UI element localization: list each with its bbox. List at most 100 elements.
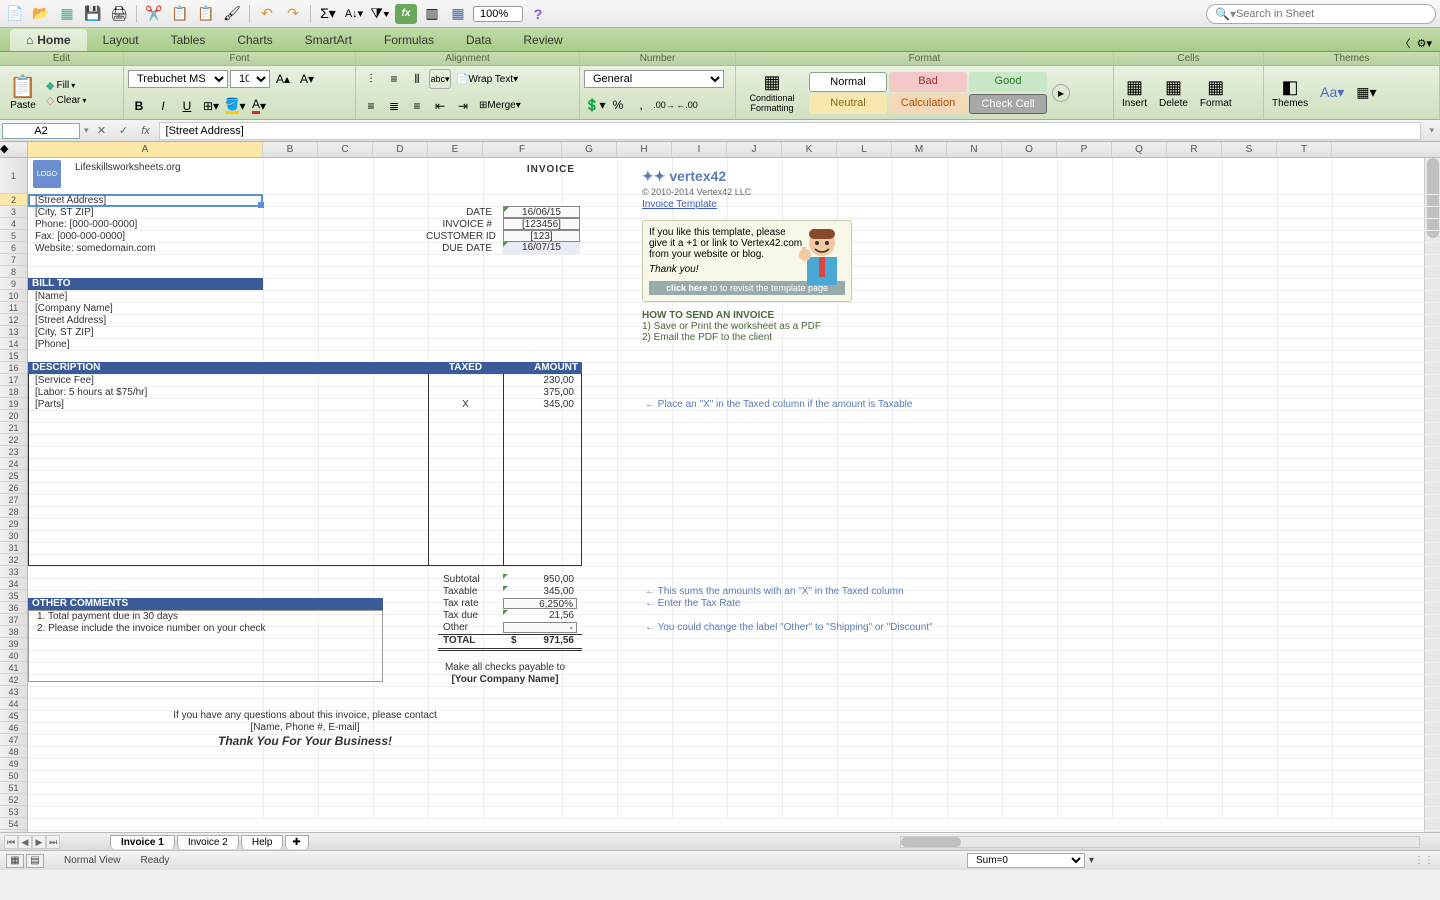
row-header[interactable]: 23 bbox=[0, 446, 27, 458]
column-header[interactable]: J bbox=[727, 142, 782, 157]
row-header[interactable]: 8 bbox=[0, 266, 27, 278]
sum-select[interactable]: Sum=0 bbox=[967, 853, 1085, 868]
undo-icon[interactable]: ↶ bbox=[256, 4, 278, 24]
row-header[interactable]: 44 bbox=[0, 698, 27, 710]
column-header[interactable]: R bbox=[1167, 142, 1222, 157]
row-header[interactable]: 5 bbox=[0, 230, 27, 242]
row-header[interactable]: 21 bbox=[0, 422, 27, 434]
number-format-select[interactable]: General bbox=[584, 70, 724, 88]
resize-grip-icon[interactable]: ⋮⋮ bbox=[1414, 855, 1434, 866]
border-button[interactable]: ⊞▾ bbox=[200, 96, 222, 116]
tab-layout[interactable]: Layout bbox=[87, 29, 155, 51]
row-header[interactable]: 52 bbox=[0, 794, 27, 806]
value-date[interactable]: 16/06/15 bbox=[503, 206, 580, 218]
tab-home[interactable]: ⌂ Home bbox=[10, 29, 87, 51]
align-bottom-icon[interactable]: ⫴ bbox=[406, 69, 428, 89]
row-header[interactable]: 45 bbox=[0, 710, 27, 722]
row-header[interactable]: 19 bbox=[0, 398, 27, 410]
align-top-icon[interactable]: ⫶ bbox=[360, 69, 382, 89]
decrease-indent-icon[interactable]: ⇤ bbox=[429, 96, 451, 116]
taxrate-value[interactable]: 6,250% bbox=[503, 598, 577, 609]
row-header[interactable]: 17 bbox=[0, 374, 27, 386]
row-header[interactable]: 41 bbox=[0, 662, 27, 674]
autosum-icon[interactable]: Σ▾ bbox=[317, 4, 339, 24]
more-styles-icon[interactable]: ▸ bbox=[1052, 84, 1070, 102]
name-box[interactable] bbox=[2, 123, 80, 139]
column-header[interactable]: H bbox=[617, 142, 672, 157]
paste-icon[interactable]: 📋 bbox=[195, 4, 217, 24]
column-header[interactable]: T bbox=[1277, 142, 1332, 157]
merge-button[interactable]: ⊞ Merge ▾ bbox=[475, 96, 525, 116]
format-cells-button[interactable]: ▦Format bbox=[1196, 75, 1236, 111]
save-icon[interactable]: 💾 bbox=[82, 4, 104, 24]
row-header[interactable]: 27 bbox=[0, 494, 27, 506]
percent-icon[interactable]: % bbox=[607, 95, 629, 115]
column-header[interactable]: D bbox=[373, 142, 428, 157]
filter-icon[interactable]: ⧩▾ bbox=[369, 4, 391, 24]
row-header[interactable]: 6 bbox=[0, 242, 27, 254]
underline-button[interactable]: U bbox=[176, 96, 198, 116]
expand-formula-icon[interactable]: ▾ bbox=[1425, 125, 1438, 136]
row-header[interactable]: 42 bbox=[0, 674, 27, 686]
row-header[interactable]: 48 bbox=[0, 746, 27, 758]
row-header[interactable]: 16 bbox=[0, 362, 27, 374]
open-icon[interactable]: 📂 bbox=[30, 4, 52, 24]
row-header[interactable]: 54 bbox=[0, 818, 27, 830]
fx-formula-icon[interactable]: fx bbox=[137, 123, 155, 139]
column-header[interactable]: O bbox=[1002, 142, 1057, 157]
new-icon[interactable]: 📄 bbox=[4, 4, 26, 24]
row-header[interactable]: 28 bbox=[0, 506, 27, 518]
row-header[interactable]: 12 bbox=[0, 314, 27, 326]
column-header[interactable]: Q bbox=[1112, 142, 1167, 157]
row-header[interactable]: 50 bbox=[0, 770, 27, 782]
delete-cells-button[interactable]: ▦Delete bbox=[1155, 75, 1192, 111]
show-hide-icon[interactable]: ▥ bbox=[421, 4, 443, 24]
row-header[interactable]: 53 bbox=[0, 806, 27, 818]
cut-icon[interactable]: ✂️ bbox=[143, 4, 165, 24]
row-header[interactable]: 43 bbox=[0, 686, 27, 698]
help-icon[interactable]: ? bbox=[527, 4, 549, 24]
zoom-input[interactable] bbox=[473, 6, 523, 22]
row-header[interactable]: 31 bbox=[0, 542, 27, 554]
last-sheet-icon[interactable]: ⏭ bbox=[46, 835, 60, 849]
row-header[interactable]: 15 bbox=[0, 350, 27, 362]
prev-sheet-icon[interactable]: ◀ bbox=[18, 835, 32, 849]
clear-button[interactable]: ◇Clear▾ bbox=[46, 94, 86, 107]
orientation-icon[interactable]: abc▾ bbox=[429, 69, 451, 89]
row-header[interactable]: 49 bbox=[0, 758, 27, 770]
print-icon[interactable]: 🖨 bbox=[108, 4, 130, 24]
column-header[interactable]: L bbox=[837, 142, 892, 157]
increase-decimal-icon[interactable]: .00→ bbox=[653, 95, 675, 115]
font-name-select[interactable]: Trebuchet MS bbox=[128, 70, 228, 88]
increase-font-icon[interactable]: A▴ bbox=[272, 69, 294, 89]
toolbox-icon[interactable]: ▦ bbox=[447, 4, 469, 24]
tab-tables[interactable]: Tables bbox=[155, 29, 222, 51]
bold-button[interactable]: B bbox=[128, 96, 150, 116]
column-header[interactable]: C bbox=[318, 142, 373, 157]
conditional-formatting-button[interactable]: ▦ Conditional Formatting bbox=[740, 70, 804, 115]
style-calculation[interactable]: Calculation bbox=[889, 94, 967, 114]
row-header[interactable]: 34 bbox=[0, 578, 27, 590]
spreadsheet-area[interactable]: ◆ 12345678910111213141516171819202122232… bbox=[0, 142, 1440, 832]
row-header[interactable]: 51 bbox=[0, 782, 27, 794]
row-header[interactable]: 20 bbox=[0, 410, 27, 422]
fill-button[interactable]: ◆Fill▾ bbox=[46, 79, 86, 92]
style-checkcell[interactable]: Check Cell bbox=[969, 94, 1047, 114]
column-header[interactable]: G bbox=[562, 142, 617, 157]
row-header[interactable]: 13 bbox=[0, 326, 27, 338]
align-middle-icon[interactable]: ≡ bbox=[383, 69, 405, 89]
sheet-tab-invoice2[interactable]: Invoice 2 bbox=[177, 835, 239, 849]
formula-input[interactable] bbox=[159, 122, 1422, 140]
insert-cells-button[interactable]: ▦Insert bbox=[1118, 75, 1151, 111]
paste-button[interactable]: 📋 Paste bbox=[4, 72, 42, 113]
search-input[interactable] bbox=[1236, 8, 1427, 20]
tab-formulas[interactable]: Formulas bbox=[368, 29, 450, 51]
column-header[interactable]: S bbox=[1222, 142, 1277, 157]
page-layout-view-icon[interactable]: ▤ bbox=[26, 854, 44, 868]
row-header[interactable]: 40 bbox=[0, 650, 27, 662]
italic-button[interactable]: I bbox=[152, 96, 174, 116]
font-color-button[interactable]: A▾ bbox=[248, 96, 270, 116]
row-header[interactable]: 35 bbox=[0, 590, 27, 602]
row-header[interactable]: 9 bbox=[0, 278, 27, 290]
sheet-nav-buttons[interactable]: ⏮ ◀ ▶ ⏭ bbox=[4, 835, 60, 849]
